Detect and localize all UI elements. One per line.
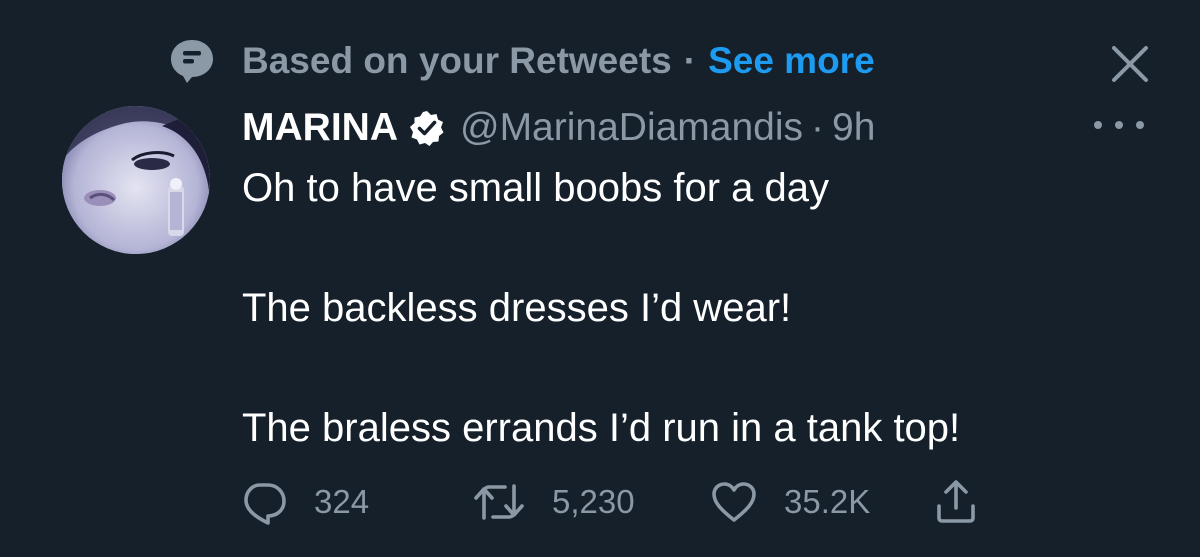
- reply-count: 324: [314, 483, 370, 520]
- retweet-icon: [474, 484, 524, 520]
- author-handle[interactable]: @MarinaDiamandis: [460, 106, 803, 150]
- reply-button[interactable]: 324: [240, 474, 369, 530]
- heart-icon: [712, 482, 756, 522]
- share-icon: [937, 480, 975, 523]
- tweet-text-line: Oh to have small boobs for a day: [242, 166, 829, 210]
- avatar-image: [62, 106, 210, 254]
- tweet-timestamp[interactable]: 9h: [832, 106, 875, 150]
- more-dot-icon: [1094, 121, 1102, 129]
- close-button[interactable]: [1108, 42, 1152, 86]
- retweet-button[interactable]: 5,230: [472, 474, 635, 530]
- header-separator: ·: [811, 106, 825, 149]
- avatar[interactable]: [62, 106, 210, 254]
- tweet-action-bar: 324 5,230 35.2K: [240, 474, 1000, 530]
- social-context-label: Based on your Retweets: [242, 40, 672, 81]
- tweet-text-line: The braless errands I’d run in a tank to…: [242, 406, 961, 450]
- context-separator: ·: [683, 40, 697, 81]
- reply-icon: [244, 483, 286, 525]
- like-count: 35.2K: [784, 483, 871, 520]
- author-name[interactable]: MARINA: [242, 106, 398, 150]
- social-context-row: Based on your Retweets · See more: [168, 36, 1178, 86]
- more-options-button[interactable]: [1094, 110, 1144, 140]
- verified-badge-icon: [408, 109, 446, 147]
- share-button[interactable]: [934, 474, 978, 530]
- see-more-link[interactable]: See more: [708, 40, 875, 82]
- close-icon: [1112, 46, 1148, 82]
- speech-bubble-icon: [168, 37, 216, 85]
- tweet-header: MARINA @MarinaDiamandis · 9h: [242, 100, 875, 156]
- tweet-text-line: The backless dresses I’d wear!: [242, 286, 792, 330]
- retweet-count: 5,230: [552, 483, 635, 520]
- more-dot-icon: [1115, 121, 1123, 129]
- like-button[interactable]: 35.2K: [710, 474, 870, 530]
- more-dot-icon: [1136, 121, 1144, 129]
